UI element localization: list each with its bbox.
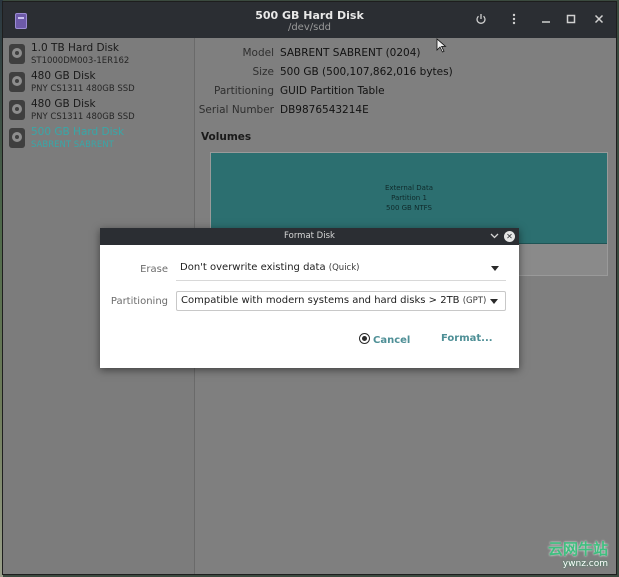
- serial-number-label: Serial Number: [198, 104, 274, 116]
- maximize-icon: [566, 14, 576, 24]
- power-icon: [476, 14, 486, 24]
- size-value: 500 GB (500,107,862,016 bytes): [280, 66, 453, 78]
- chevron-down-icon[interactable]: [489, 230, 500, 241]
- dropdown-arrow-icon: [490, 299, 498, 304]
- minimize-button[interactable]: [537, 11, 555, 29]
- format-disk-dialog: Format Disk ✕ Erase Don't overwrite exis…: [100, 228, 519, 368]
- close-icon: [594, 14, 604, 24]
- window-subtitle: /dev/sdd: [287, 22, 332, 33]
- partitioning-label: Partitioning: [214, 85, 274, 97]
- hard-disk-icon: [9, 100, 25, 120]
- close-icon: ✕: [506, 232, 513, 241]
- watermark-line-2: ywnz.com: [562, 559, 608, 569]
- size-label: Size: [252, 66, 274, 78]
- drive-model: ST1000DM003-1ER162: [31, 56, 130, 66]
- mouse-pointer-icon: [436, 38, 447, 53]
- partitioning-value: GUID Partition Table: [280, 85, 385, 97]
- format-button[interactable]: Format...: [441, 333, 493, 344]
- serial-number-value: DB9876543214E: [280, 104, 369, 116]
- drive-name: 1.0 TB Hard Disk: [31, 42, 120, 54]
- drive-name: 480 GB Disk: [31, 98, 96, 110]
- close-button[interactable]: [590, 11, 608, 29]
- erase-label: Erase: [140, 264, 168, 275]
- model-value: SABRENT SABRENT (0204): [280, 47, 421, 59]
- drive-item[interactable]: 480 GB Disk PNY CS1311 480GB SSD: [3, 96, 194, 124]
- hard-disk-icon: [9, 44, 25, 64]
- hard-disk-icon: [9, 72, 25, 92]
- partition-number: Partition 1: [391, 194, 427, 202]
- partitioning-label: Partitioning: [110, 296, 168, 307]
- drive-model: SABRENT SABRENT: [31, 140, 114, 150]
- disks-app-icon: [15, 13, 27, 29]
- drive-model: PNY CS1311 480GB SSD: [31, 84, 135, 94]
- drive-item-selected[interactable]: 500 GB Hard Disk SABRENT SABRENT: [3, 124, 194, 152]
- dialog-close-button[interactable]: ✕: [504, 231, 515, 242]
- window-title: 500 GB Hard Disk: [255, 9, 364, 22]
- menu-button[interactable]: [505, 11, 523, 29]
- cancel-button[interactable]: Cancel: [359, 333, 410, 349]
- maximize-button[interactable]: [562, 11, 580, 29]
- partitioning-option-text: Compatible with modern systems and hard …: [181, 295, 460, 306]
- cancel-label: Cancel: [373, 335, 411, 346]
- drive-item[interactable]: 1.0 TB Hard Disk ST1000DM003-1ER162: [3, 40, 194, 68]
- dropdown-arrow-icon: [491, 266, 499, 271]
- minimize-icon: [542, 21, 550, 23]
- volumes-heading: Volumes: [201, 131, 252, 143]
- partitioning-dropdown[interactable]: Compatible with modern systems and hard …: [176, 291, 506, 311]
- dialog-title: Format Disk: [284, 231, 335, 241]
- erase-option-text: Don't overwrite existing data: [180, 262, 326, 273]
- dialog-titlebar: Format Disk ✕: [100, 228, 519, 245]
- vertical-ellipsis-icon: [512, 13, 516, 25]
- erase-dropdown[interactable]: Don't overwrite existing data (Quick): [176, 258, 506, 281]
- watermark-line-1: 云网牛站: [547, 540, 608, 558]
- drive-name: 480 GB Disk: [31, 70, 96, 82]
- partition-name: External Data: [385, 184, 433, 192]
- hard-disk-icon: [9, 128, 25, 148]
- partitioning-option-hint: (GPT): [462, 296, 487, 306]
- partition-size: 500 GB NTFS: [386, 204, 432, 212]
- partitioning-selected-option: Compatible with modern systems and hard …: [181, 295, 486, 306]
- erase-selected-option: Don't overwrite existing data (Quick): [180, 262, 359, 273]
- erase-option-hint: (Quick): [328, 263, 360, 273]
- drive-item[interactable]: 480 GB Disk PNY CS1311 480GB SSD: [3, 68, 194, 96]
- model-label: Model: [242, 47, 274, 59]
- site-watermark: 云网牛站 ywnz.com: [518, 538, 608, 569]
- drive-name: 500 GB Hard Disk: [31, 126, 125, 138]
- power-button[interactable]: [472, 11, 490, 29]
- drive-model: PNY CS1311 480GB SSD: [31, 112, 135, 122]
- titlebar: 500 GB Hard Disk /dev/sdd: [3, 2, 616, 38]
- radio-dot-icon: [359, 333, 370, 344]
